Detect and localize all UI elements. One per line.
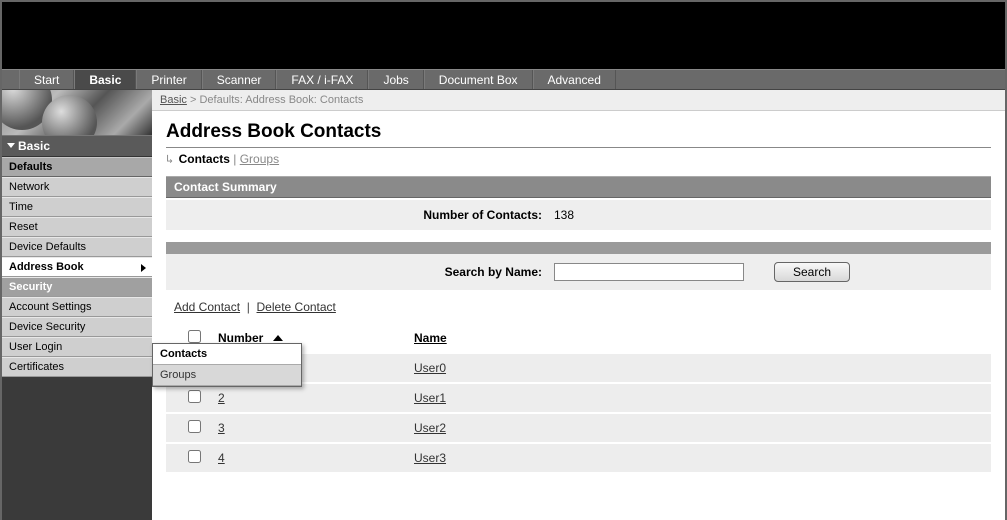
action-links: Add Contact | Delete Contact [174, 300, 983, 314]
sidebar-item-account-settings[interactable]: Account Settings [2, 297, 152, 317]
table-row: 3 User2 [166, 412, 991, 442]
tab-basic[interactable]: Basic [74, 70, 136, 89]
tab-printer[interactable]: Printer [136, 70, 201, 89]
contacts-count-label: Number of Contacts: [174, 208, 554, 222]
main-tabs: Start Basic Printer Scanner FAX / i-FAX … [2, 69, 1005, 90]
row-name-link[interactable]: User0 [414, 361, 446, 375]
header-banner [2, 2, 1005, 69]
sidebar-item-reset[interactable]: Reset [2, 217, 152, 237]
table-row: 4 User3 [166, 442, 991, 472]
tab-advanced[interactable]: Advanced [533, 70, 616, 89]
flyout-item-groups[interactable]: Groups [153, 365, 301, 386]
row-name-link[interactable]: User2 [414, 421, 446, 435]
sidebar: Basic Defaults Network Time Reset Device… [2, 90, 152, 520]
tab-start[interactable]: Start [19, 70, 74, 89]
sidebar-item-certificates[interactable]: Certificates [2, 357, 152, 377]
col-name[interactable]: Name [414, 331, 447, 345]
tab-document-box[interactable]: Document Box [424, 70, 533, 89]
subnav-contacts[interactable]: Contacts [179, 152, 230, 166]
summary-block: Number of Contacts: 138 [166, 198, 991, 230]
sidebar-item-device-security[interactable]: Device Security [2, 317, 152, 337]
breadcrumb-rest: Defaults: Address Book: Contacts [199, 94, 363, 106]
sidebar-item-network[interactable]: Network [2, 177, 152, 197]
row-checkbox[interactable] [188, 390, 201, 403]
delete-contact-link[interactable]: Delete Contact [257, 300, 336, 314]
subnav-groups[interactable]: Groups [240, 152, 279, 166]
sidebar-section-defaults[interactable]: Defaults [2, 157, 152, 177]
address-book-flyout: Contacts Groups [152, 343, 302, 387]
main-content: Basic > Defaults: Address Book: Contacts… [152, 90, 1005, 520]
row-name-link[interactable]: User1 [414, 391, 446, 405]
breadcrumb: Basic > Defaults: Address Book: Contacts [152, 90, 1005, 111]
row-checkbox[interactable] [188, 420, 201, 433]
sidebar-item-device-defaults[interactable]: Device Defaults [2, 237, 152, 257]
sidebar-item-address-book[interactable]: Address Book [2, 257, 152, 277]
tab-fax[interactable]: FAX / i-FAX [276, 70, 368, 89]
search-button[interactable]: Search [774, 262, 850, 282]
search-label: Search by Name: [174, 265, 554, 279]
sort-asc-icon [273, 335, 283, 341]
add-contact-link[interactable]: Add Contact [174, 300, 240, 314]
chevron-right-icon [141, 264, 146, 272]
sidebar-logo [2, 90, 152, 135]
row-checkbox[interactable] [188, 450, 201, 463]
page-title: Address Book Contacts [166, 121, 991, 143]
row-number-link[interactable]: 4 [218, 451, 225, 465]
row-number-link[interactable]: 3 [218, 421, 225, 435]
tab-jobs[interactable]: Jobs [368, 70, 423, 89]
breadcrumb-root[interactable]: Basic [160, 94, 187, 106]
sidebar-item-time[interactable]: Time [2, 197, 152, 217]
sidebar-item-label: Address Book [9, 261, 84, 273]
row-number-link[interactable]: 2 [218, 391, 225, 405]
summary-header: Contact Summary [166, 176, 991, 198]
row-name-link[interactable]: User3 [414, 451, 446, 465]
hook-icon: ↳ [166, 152, 173, 166]
search-block: Search by Name: Search [166, 242, 991, 290]
sidebar-section-security[interactable]: Security [2, 277, 152, 297]
sidebar-header[interactable]: Basic [2, 135, 152, 157]
tab-scanner[interactable]: Scanner [202, 70, 277, 89]
select-all-checkbox[interactable] [188, 330, 201, 343]
flyout-item-contacts[interactable]: Contacts [153, 344, 301, 365]
contacts-count-value: 138 [554, 208, 574, 222]
sidebar-item-user-login[interactable]: User Login [2, 337, 152, 357]
search-input[interactable] [554, 263, 744, 281]
subnav: ↳ Contacts | Groups [166, 152, 991, 166]
